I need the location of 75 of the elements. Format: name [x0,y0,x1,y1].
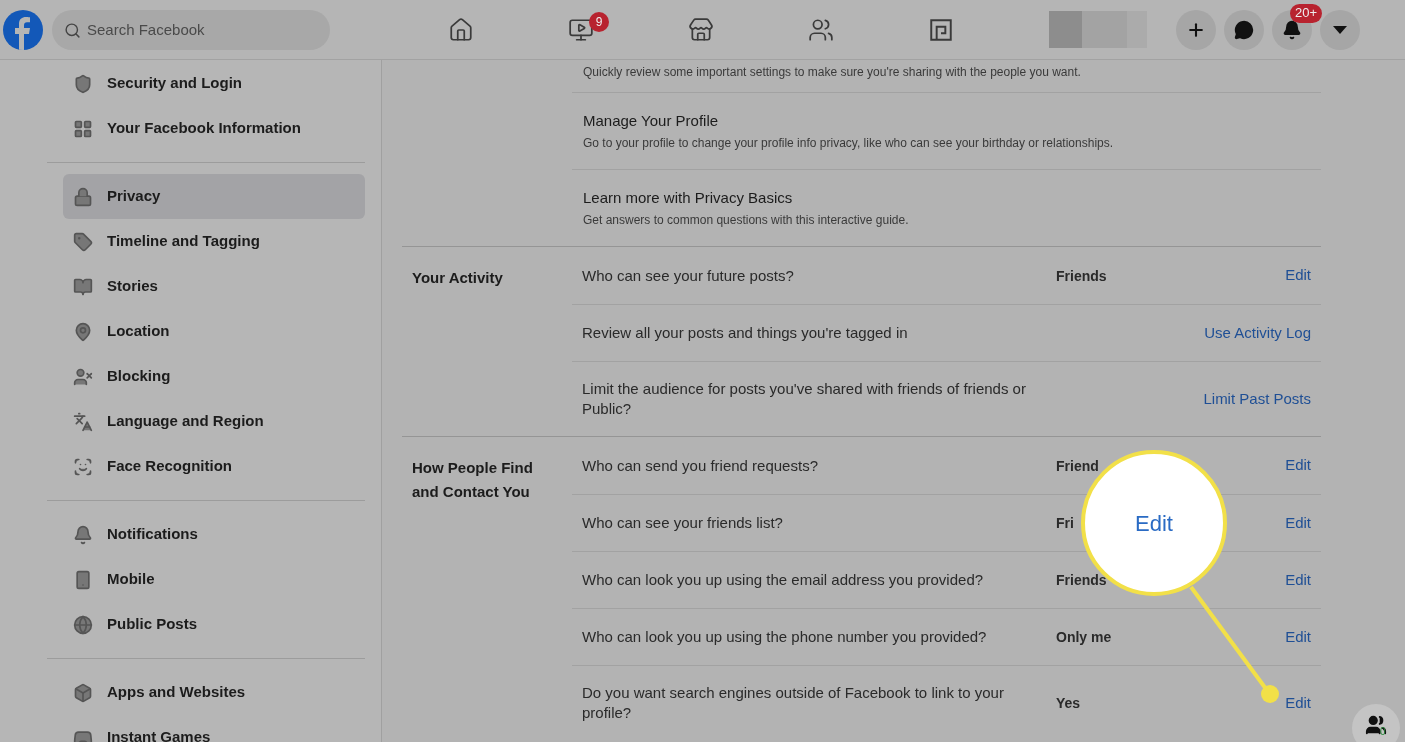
edit-link[interactable]: Use Activity Log [1204,321,1311,345]
video-icon [568,16,594,43]
tag-icon [73,231,93,252]
caret-icon [1333,25,1347,34]
chat-icon [1234,19,1254,40]
language-icon [73,411,93,432]
setting-value: Friend [1056,457,1099,474]
sidebar-item[interactable]: Language and Region [63,399,365,444]
setting-question: Who can see your friends list? [582,513,784,533]
edit-link[interactable]: Edit [1285,511,1311,535]
sidebar-item[interactable]: Stories [63,264,365,309]
notification-count: 20+ [1290,3,1323,23]
store-icon [688,16,714,43]
setting-value: Friends [1056,267,1107,284]
book-icon [73,276,93,297]
online-count: 0 [1380,725,1386,739]
setting-question: Do you want search engines outside of Facebook to link to your profile? [582,683,1005,723]
sidebar-item[interactable]: Mobile [63,557,365,602]
setting-question: Who can look you up using the phone number you provided? [582,627,988,647]
setting-question: Who can send you friend requests? [582,455,819,476]
setting-value: Friends [1056,572,1107,588]
notification-count: 9 [589,11,609,32]
edit-link[interactable]: Edit [1285,568,1311,592]
setting-value: Yes [1056,695,1081,711]
shield-icon [73,73,93,94]
f-logo-icon [14,15,32,50]
group-icon [808,16,834,43]
lock-icon [73,186,93,207]
bell-icon [1282,19,1302,40]
setting-question: Review all your posts and things you're tagged in [582,323,909,343]
sidebar-item[interactable]: Your Facebook Information [63,106,365,151]
setting-title[interactable]: Learn more with Privacy Basics [583,186,1310,210]
toolbar-button[interactable] [1320,9,1360,50]
edit-link[interactable]: Edit [1285,454,1311,477]
setting-question: Who can see your future posts? [582,265,795,286]
search-field[interactable]: Search Facebook [52,9,330,50]
sidebar-item[interactable]: Location [63,309,365,354]
logo[interactable] [3,9,43,50]
edit-link[interactable]: Edit [1285,264,1311,287]
nav-tab[interactable]: 9 [521,4,641,55]
edit-link[interactable]: Edit [1285,691,1311,715]
grid-icon [73,118,93,139]
edit-link[interactable]: Limit Past Posts [1203,387,1311,411]
sidebar-item[interactable]: Face Recognition [63,444,365,489]
setting-description: Go to your profile to change your profile info privacy, like who can see your birthday or relationships. [583,135,1115,153]
house-icon [448,16,474,43]
phone-icon [73,569,93,590]
setting-description: Get answers to common questions with this interactive guide. [583,212,910,230]
face-scan-icon [73,456,93,477]
toolbar-button[interactable] [1176,9,1216,50]
cube-icon [73,682,93,703]
setting-title[interactable]: Manage Your Profile [583,109,1310,133]
setting-question: Who can look you up using the email address you provided? [582,570,985,590]
user-block-icon [73,366,93,387]
sidebar-item[interactable]: Public Posts [63,602,365,647]
bell-icon [73,524,93,545]
section-title: How People Find and Contact You [412,459,533,500]
section-title: Your Activity [412,269,503,286]
sidebar-item[interactable]: Security and Login [63,61,365,106]
pin-icon [73,321,93,342]
setting-value: Fri [1056,515,1074,531]
toolbar-button[interactable] [1224,9,1264,50]
globe-icon [73,614,93,635]
sidebar-item[interactable]: Notifications [63,512,365,557]
search-icon [64,21,81,39]
edit-link[interactable]: Edit [1285,625,1311,649]
sidebar-item[interactable]: Apps and Websites [63,670,365,715]
sidebar-item[interactable]: Timeline and Tagging [63,219,365,264]
sidebar-item[interactable]: Blocking [63,354,365,399]
sidebar-item[interactable]: Instant Games [63,715,365,742]
people-icon [1365,714,1387,736]
setting-value: Only me [1056,629,1112,645]
sidebar-item[interactable]: Privacy [63,174,365,219]
setting-description: Quickly review some important settings to make sure you're sharing with the people you want. [583,64,1082,81]
setting-question: Limit the audience for posts you've shared with friends of friends or Public? [582,379,1027,419]
